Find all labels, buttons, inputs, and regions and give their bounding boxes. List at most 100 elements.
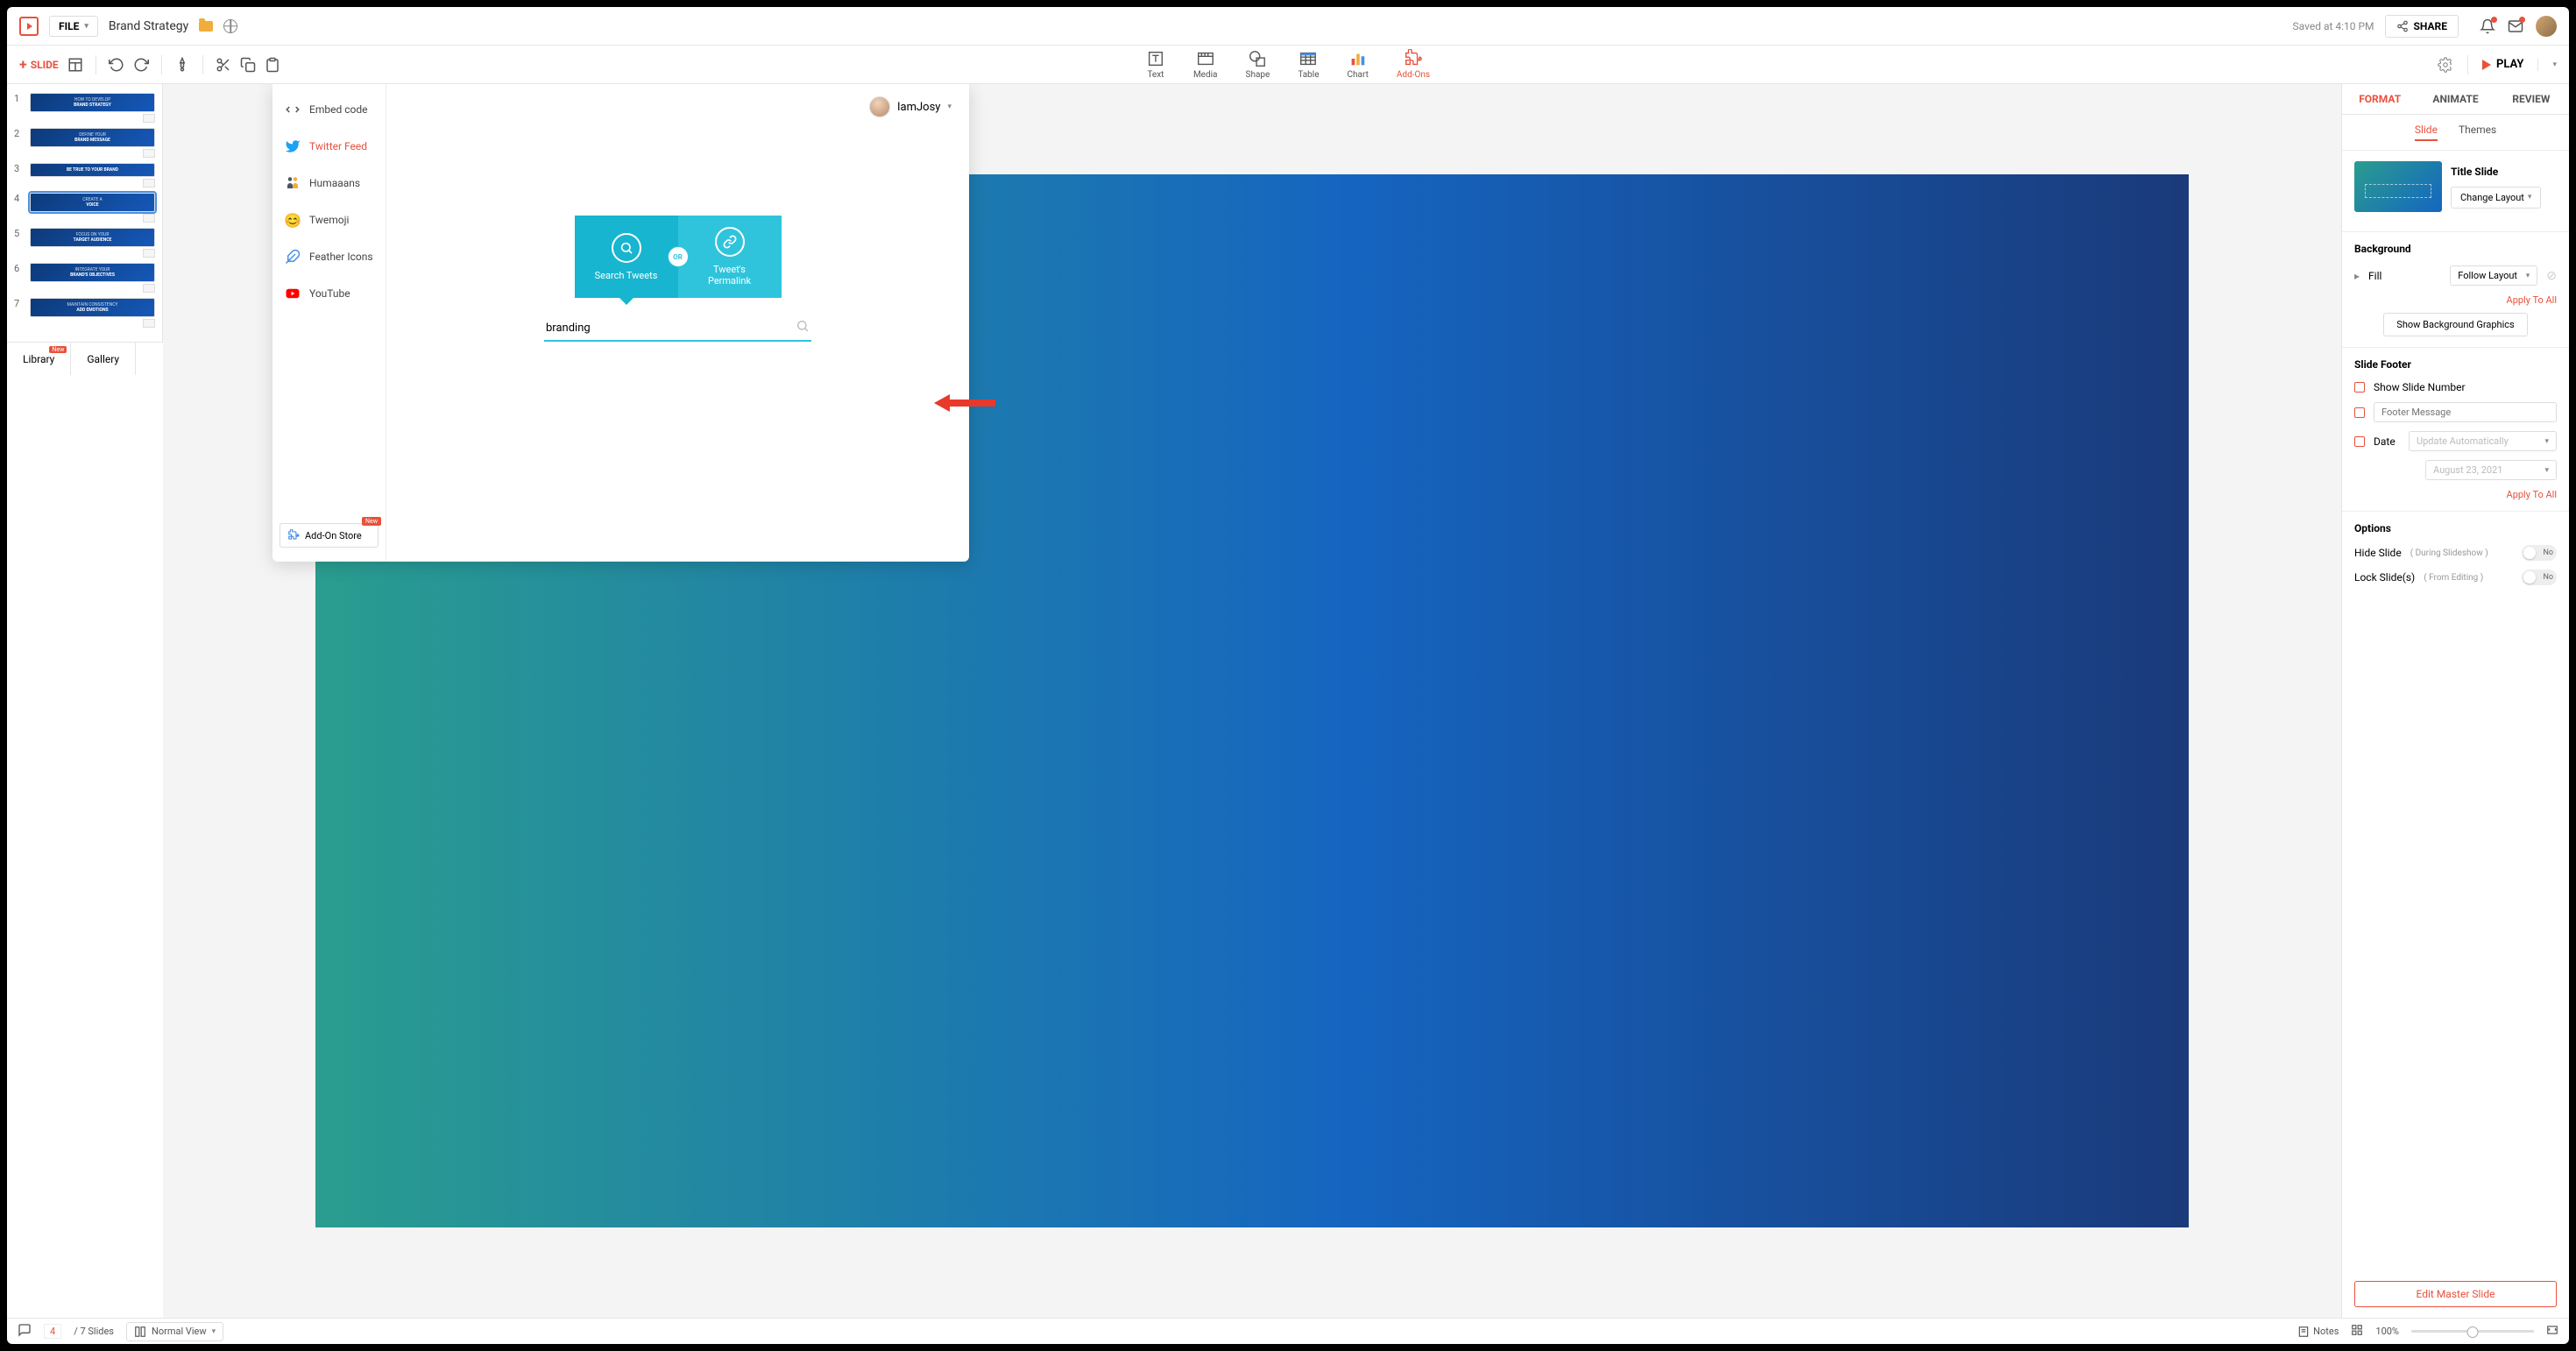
addon-twemoji[interactable]: 😊 Twemoji <box>272 202 386 238</box>
date-checkbox[interactable] <box>2354 436 2365 447</box>
gallery-tab[interactable]: Gallery <box>71 343 136 375</box>
review-tab[interactable]: REVIEW <box>2494 84 2569 114</box>
edit-master-slide-button[interactable]: Edit Master Slide <box>2354 1281 2557 1307</box>
animate-tab[interactable]: ANIMATE <box>2417 84 2493 114</box>
layout-icon[interactable] <box>67 57 83 73</box>
thumb-handle[interactable] <box>143 114 155 123</box>
thumb-number: 5 <box>14 228 25 258</box>
cut-icon[interactable] <box>216 57 231 73</box>
change-layout-button[interactable]: Change Layout ▾ <box>2451 187 2541 209</box>
twitter-search-field <box>544 315 811 342</box>
thumb-handle[interactable] <box>143 149 155 158</box>
copy-icon[interactable] <box>240 57 256 73</box>
right-panel-tabs: FORMAT ANIMATE REVIEW <box>2342 84 2569 115</box>
show-bg-graphics-button[interactable]: Show Background Graphics <box>2383 313 2527 336</box>
fit-icon[interactable] <box>2546 1324 2558 1339</box>
insert-shape[interactable]: Shape <box>1246 49 1270 80</box>
notifications-icon[interactable] <box>2480 18 2495 34</box>
addon-user-menu[interactable]: IamJosy ▾ <box>869 96 952 117</box>
addon-twitter-feed[interactable]: Twitter Feed <box>272 128 386 165</box>
search-tweets-tab[interactable]: Search Tweets <box>575 216 678 298</box>
thumb-handle[interactable] <box>143 319 155 328</box>
format-painter-icon[interactable] <box>174 57 190 73</box>
thumb-handle[interactable] <box>143 214 155 223</box>
slide-thumbnail[interactable]: MAINTAIN CONSISTENCYADD EMOTIONS <box>30 298 155 317</box>
insert-chart[interactable]: Chart <box>1348 49 1369 80</box>
grid-icon[interactable] <box>2351 1324 2363 1339</box>
tweet-permalink-tab[interactable]: Tweet's Permalink <box>678 216 782 298</box>
insert-media[interactable]: Media <box>1193 49 1218 80</box>
hide-slide-toggle[interactable]: No <box>2522 545 2557 561</box>
thumb-number: 2 <box>14 128 25 158</box>
user-avatar[interactable] <box>2536 16 2557 37</box>
addon-youtube[interactable]: YouTube <box>272 275 386 312</box>
insert-table[interactable]: Table <box>1298 49 1319 80</box>
date-mode-select[interactable]: Update Automatically▾ <box>2409 431 2557 451</box>
show-slide-number-checkbox[interactable] <box>2354 382 2365 393</box>
twitter-mode-tabs: Search Tweets OR Tweet's Permalink <box>413 216 943 298</box>
undo-icon[interactable] <box>109 57 124 73</box>
paste-icon[interactable] <box>265 57 280 73</box>
status-bar: 4 / 7 Slides Normal View ▾ Notes 100% <box>7 1318 2569 1344</box>
search-icon[interactable] <box>796 319 810 336</box>
date-label: Date <box>2374 435 2400 448</box>
app-logo[interactable] <box>19 17 39 36</box>
slide-thumbnail[interactable]: CREATE AVOICE <box>30 193 155 212</box>
insert-text[interactable]: Text <box>1146 49 1165 80</box>
globe-icon[interactable] <box>223 19 237 33</box>
footer-apply-to-all-link[interactable]: Apply To All <box>2354 489 2557 500</box>
folder-icon[interactable] <box>199 21 213 32</box>
slide-thumbnail[interactable]: DEFINE YOURBRAND MESSAGE <box>30 128 155 147</box>
thumb-handle[interactable] <box>143 179 155 187</box>
insert-addons[interactable]: Add-Ons <box>1397 49 1430 80</box>
saved-status: Saved at 4:10 PM <box>2293 20 2374 32</box>
slide-thumbnail[interactable]: FOCUS ON YOURTARGET AUDIENCE <box>30 228 155 247</box>
document-title[interactable]: Brand Strategy <box>109 19 188 33</box>
addon-store-button[interactable]: Add-On Store New <box>280 523 379 548</box>
addon-content: IamJosy ▾ Search Tweets OR Tweet's Perma… <box>386 84 969 562</box>
fill-label: Fill <box>2368 270 2441 282</box>
fill-select[interactable]: Follow Layout ▾ <box>2450 265 2537 286</box>
view-icon <box>134 1326 146 1338</box>
background-section: Background ▸ Fill Follow Layout ▾ ⊘ Appl… <box>2342 232 2569 348</box>
view-mode-select[interactable]: Normal View ▾ <box>126 1322 223 1341</box>
notes-icon <box>2297 1326 2310 1338</box>
footer-message-checkbox[interactable] <box>2354 407 2365 418</box>
comments-icon[interactable] <box>18 1323 32 1340</box>
main-area: 1HOW TO DEVELOPBRAND STRATEGY2DEFINE YOU… <box>7 84 2569 1318</box>
play-button[interactable]: PLAY <box>2482 58 2523 71</box>
apply-to-all-link[interactable]: Apply To All <box>2354 294 2557 306</box>
twitter-search-input[interactable] <box>546 322 796 335</box>
or-divider: OR <box>668 246 689 267</box>
total-slides: / 7 Slides <box>74 1326 114 1337</box>
settings-icon[interactable] <box>2438 57 2453 73</box>
addon-feather-icons[interactable]: Feather Icons <box>272 238 386 275</box>
hide-slide-sub: ( During Slideshow ) <box>2410 548 2488 558</box>
share-button[interactable]: SHARE <box>2385 15 2459 38</box>
addon-humaaans[interactable]: Humaaans <box>272 165 386 202</box>
slide-thumbnail[interactable]: HOW TO DEVELOPBRAND STRATEGY <box>30 93 155 112</box>
share-label: SHARE <box>2414 20 2447 32</box>
zoom-slider[interactable] <box>2411 1330 2534 1333</box>
themes-subtab[interactable]: Themes <box>2459 124 2496 141</box>
library-tab[interactable]: Library New <box>7 343 71 375</box>
slide-thumbnail[interactable]: BE TRUE TO YOUR BRAND <box>30 163 155 177</box>
remove-fill-icon[interactable]: ⊘ <box>2546 269 2557 283</box>
lock-slide-toggle[interactable]: No <box>2522 569 2557 585</box>
slide-thumbnail[interactable]: INTEGRATE YOURBRAND'S OBJECTIVES <box>30 263 155 282</box>
redo-icon[interactable] <box>133 57 149 73</box>
date-value-select[interactable]: August 23, 2021▾ <box>2425 460 2557 480</box>
play-options-chevron[interactable]: ▾ <box>2552 60 2557 69</box>
chevron-down-icon: ▾ <box>947 103 952 111</box>
notes-toggle[interactable]: Notes <box>2297 1326 2339 1338</box>
lock-slide-sub: ( From Editing ) <box>2424 573 2483 583</box>
addon-embed-code[interactable]: Embed code <box>272 91 386 128</box>
format-tab[interactable]: FORMAT <box>2342 84 2417 114</box>
mail-icon[interactable] <box>2508 18 2523 34</box>
thumb-handle[interactable] <box>143 284 155 293</box>
slide-subtab[interactable]: Slide <box>2415 124 2438 141</box>
new-slide-button[interactable]: + SLIDE <box>19 56 59 73</box>
thumb-handle[interactable] <box>143 249 155 258</box>
footer-message-input[interactable] <box>2374 402 2557 422</box>
file-menu[interactable]: FILE ▾ <box>49 16 98 37</box>
